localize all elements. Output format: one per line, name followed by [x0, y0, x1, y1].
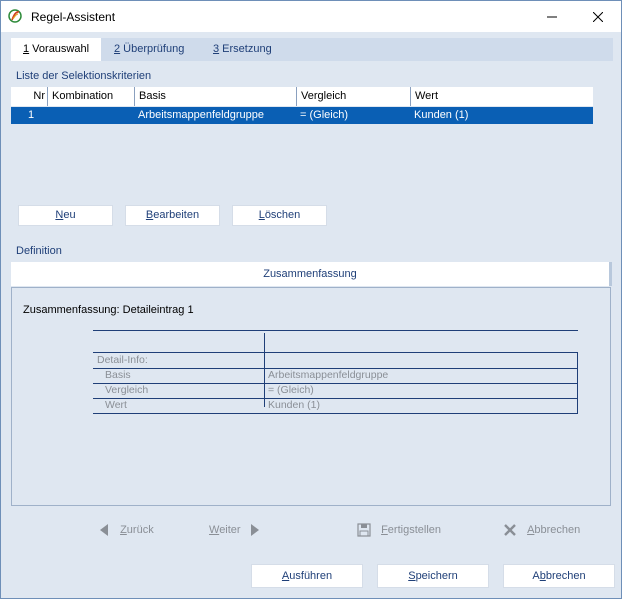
save-disk-icon [357, 523, 371, 537]
app-logo-icon [8, 9, 22, 23]
cancel-button[interactable]: Abbrechen [503, 564, 615, 588]
cancel-button-prefix: A [532, 570, 540, 582]
criteria-table-header: Nr Kombination Basis Vergleich Wert [11, 87, 593, 107]
tab-zusammenfassung[interactable]: Zusammenfassung [11, 262, 609, 286]
col-header-kombination[interactable]: Kombination [47, 87, 134, 106]
cell-nr: 1 [27, 109, 35, 121]
detail-info-heading: Detail-Info: [97, 354, 148, 366]
detail-value: = (Gleich) [268, 384, 314, 396]
detail-table-rule [93, 398, 578, 399]
col-header-wert[interactable]: Wert [410, 87, 593, 106]
finish-button-label: ertigstellen [387, 524, 441, 536]
criteria-section-label: Liste der Selektionskriterien [16, 70, 152, 82]
close-button[interactable] [575, 1, 621, 32]
detail-key: Basis [105, 369, 131, 381]
cell-vergleich: = (Gleich) [300, 109, 348, 121]
cancel-button-label: brechen [545, 570, 586, 582]
delete-button-label: öschen [264, 209, 301, 221]
detail-key: Wert [105, 399, 127, 411]
col-header-vergleich[interactable]: Vergleich [296, 87, 410, 106]
minimize-icon [547, 16, 557, 17]
detail-table-top-rule [93, 330, 578, 331]
save-button-label: peichern [415, 570, 458, 582]
abort-button-label: bbrechen [534, 524, 581, 536]
cell-kombination [47, 107, 134, 124]
detail-table-rule [93, 352, 578, 353]
new-button-label: eu [63, 209, 76, 221]
run-button[interactable]: Ausführen [251, 564, 363, 588]
edit-button[interactable]: Bearbeiten [125, 205, 220, 226]
new-button[interactable]: Neu [18, 205, 113, 226]
edit-button-label: earbeiten [153, 209, 200, 221]
detail-table-divider [264, 333, 265, 407]
arrow-right-icon [250, 524, 259, 537]
save-button-mnemonic: S [408, 570, 416, 582]
run-button-label: usführen [289, 570, 333, 582]
tab-vorauswahl-label: Vorauswahl [29, 43, 90, 55]
abort-button[interactable]: Abbrechen [503, 522, 580, 538]
tab-ersetzung-label: Ersetzung [219, 43, 272, 55]
window-title: Regel-Assistent [31, 10, 116, 24]
minimize-button[interactable] [529, 1, 575, 32]
title-bar: Regel-Assistent [1, 1, 621, 32]
detail-table-rule [93, 383, 578, 384]
tab-ersetzung[interactable]: 3 Ersetzung [213, 38, 272, 61]
next-button-mnemonic: W [209, 524, 220, 536]
finish-button[interactable]: Fertigstellen [357, 522, 441, 538]
next-button-label: eiter [219, 524, 241, 536]
tab-vorauswahl[interactable]: 1 Vorauswahl [11, 38, 102, 61]
cell-wert: Kunden (1) [414, 109, 469, 121]
delete-button[interactable]: Löschen [232, 205, 327, 226]
summary-title: Zusammenfassung: Detaileintrag 1 [23, 304, 194, 316]
criteria-table[interactable]: Nr Kombination Basis Vergleich Wert 1 Ar… [11, 87, 593, 193]
back-button-mnemonic: Z [120, 524, 127, 536]
cell-basis: Arbeitsmappenfeldgruppe [138, 109, 264, 121]
arrow-left-icon [100, 524, 108, 537]
definition-section-label: Definition [16, 245, 62, 257]
col-header-nr[interactable]: Nr [11, 87, 47, 106]
save-button[interactable]: Speichern [377, 564, 489, 588]
tab-ueberpruefung[interactable]: 2 Überprüfung [114, 38, 184, 61]
rule-wizard-window: Regel-Assistent 1 Vorauswahl 2 Überprüfu… [0, 0, 622, 599]
next-button[interactable]: Weiter [209, 522, 260, 538]
col-header-basis[interactable]: Basis [134, 87, 296, 106]
detail-table-bottom-rule [93, 413, 578, 414]
table-row[interactable]: 1 Arbeitsmappenfeldgruppe = (Gleich) Kun… [11, 107, 593, 124]
finish-button-mnemonic: F [381, 524, 388, 536]
definition-tabbar: Zusammenfassung [11, 262, 612, 286]
detail-key: Vergleich [105, 384, 149, 396]
wizard-tabs: 1 Vorauswahl 2 Überprüfung 3 Ersetzung [11, 38, 613, 61]
detail-value: Kunden (1) [268, 399, 320, 411]
back-button-label: urück [126, 524, 154, 536]
x-icon [504, 524, 516, 536]
tab-ueberpruefung-label: Überprüfung [120, 43, 185, 55]
close-icon [593, 11, 603, 22]
back-button[interactable]: Zurück [99, 522, 154, 538]
detail-value: Arbeitsmappenfeldgruppe [268, 369, 389, 381]
definition-panel: Zusammenfassung: Detaileintrag 1 Detail-… [11, 287, 611, 506]
